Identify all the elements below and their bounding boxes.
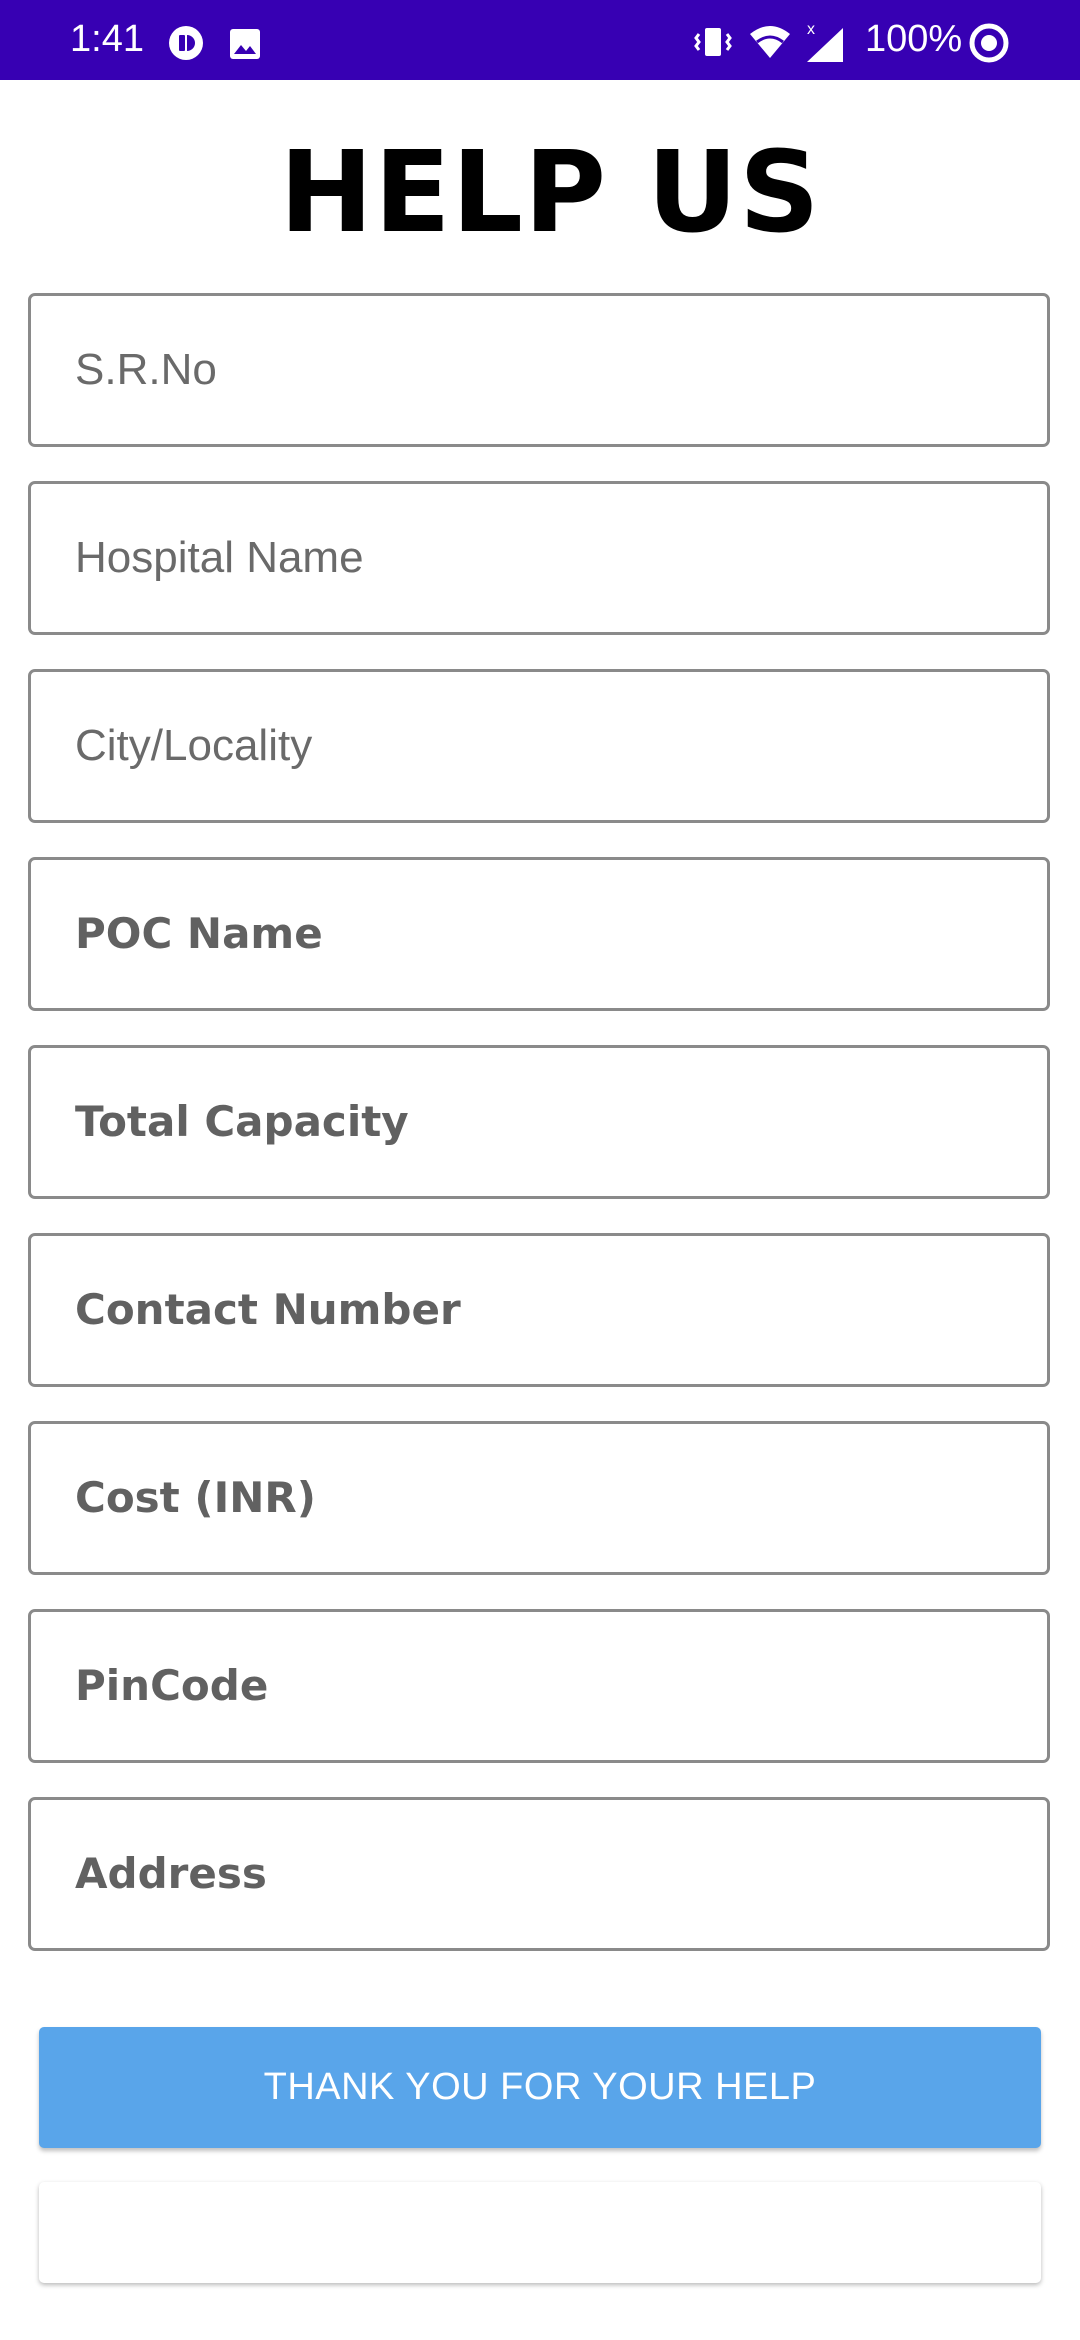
page-title: HELP US: [279, 128, 821, 258]
contact-number-field[interactable]: Contact Number: [28, 1233, 1050, 1387]
svg-text:x: x: [807, 21, 815, 38]
total-capacity-field[interactable]: Total Capacity: [28, 1045, 1050, 1199]
city-locality-field[interactable]: City/Locality: [28, 669, 1050, 823]
wifi-icon: [750, 26, 790, 58]
battery-ring-icon: [969, 23, 1009, 63]
signal-icon: x: [807, 21, 843, 62]
address-field[interactable]: Address: [28, 1797, 1050, 1951]
status-bar: 1:41 x 100%: [0, 0, 1080, 80]
image-icon: [230, 29, 260, 59]
sr-no-placeholder: S.R.No: [75, 345, 217, 394]
poc-name-field[interactable]: POC Name: [28, 857, 1050, 1011]
address-placeholder: Address: [75, 1849, 267, 1898]
cost-inr-placeholder: Cost (INR): [75, 1473, 316, 1522]
poc-name-placeholder: POC Name: [75, 909, 323, 958]
record-icon: [169, 26, 203, 60]
sr-no-field[interactable]: S.R.No: [28, 293, 1050, 447]
status-time: 1:41: [70, 18, 144, 60]
pincode-field[interactable]: PinCode: [28, 1609, 1050, 1763]
city-locality-placeholder: City/Locality: [75, 721, 313, 770]
contact-number-placeholder: Contact Number: [75, 1285, 461, 1334]
submit-button[interactable]: THANK YOU FOR YOUR HELP: [39, 2027, 1041, 2148]
battery-percent: 100%: [865, 18, 963, 60]
cost-inr-field[interactable]: Cost (INR): [28, 1421, 1050, 1575]
hospital-name-field[interactable]: Hospital Name: [28, 481, 1050, 635]
pincode-placeholder: PinCode: [75, 1661, 269, 1710]
hospital-name-placeholder: Hospital Name: [75, 533, 364, 582]
total-capacity-placeholder: Total Capacity: [75, 1097, 409, 1146]
vibrate-icon: [694, 28, 732, 56]
blank-card: [39, 2182, 1041, 2283]
